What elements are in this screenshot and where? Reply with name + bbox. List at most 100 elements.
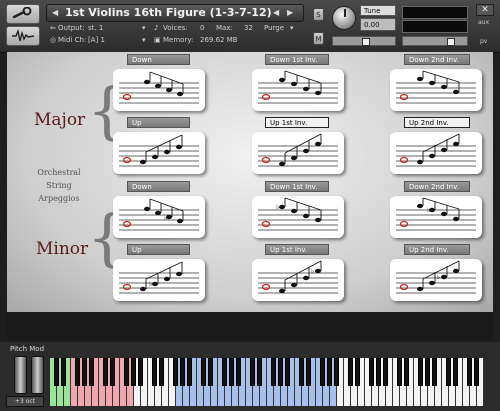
pv-label[interactable]: pv — [480, 38, 487, 45]
btn-major-up[interactable]: Up — [127, 117, 190, 128]
black-key[interactable] — [61, 358, 66, 386]
btn-minor-up[interactable]: Up — [127, 244, 190, 255]
black-key[interactable] — [103, 358, 108, 386]
black-key[interactable] — [327, 358, 332, 386]
pitch-wheel[interactable] — [14, 356, 27, 394]
black-key[interactable] — [271, 358, 276, 386]
black-key[interactable] — [82, 358, 87, 386]
pan-slider[interactable] — [332, 36, 396, 46]
treble-clef-icon — [399, 93, 409, 101]
volume-slider[interactable] — [402, 36, 468, 46]
black-key[interactable] — [383, 358, 388, 386]
btn-minor-down-1st-inv[interactable]: Down 1st Inv. — [265, 181, 329, 192]
next-instrument-arrow[interactable]: ▶ — [287, 8, 293, 17]
midi-dropdown-icon[interactable]: ▾ — [142, 36, 146, 44]
black-key[interactable] — [278, 358, 283, 386]
black-key[interactable] — [397, 358, 402, 386]
notation-card[interactable]: ♭ — [113, 259, 205, 301]
black-key[interactable] — [425, 358, 430, 386]
notation-card[interactable] — [252, 132, 344, 174]
volume-slider-thumb[interactable] — [447, 38, 455, 46]
btn-minor-up-2nd-inv[interactable]: Up 2nd Inv. — [404, 244, 470, 255]
btn-major-down-1st-inv[interactable]: Down 1st Inv. — [265, 54, 329, 65]
max-value[interactable]: 32 — [244, 24, 253, 32]
black-key[interactable] — [446, 358, 451, 386]
octave-shift[interactable]: +3 oct — [6, 396, 44, 407]
notation-card[interactable] — [390, 69, 482, 111]
midi-value[interactable]: [A] 1 — [88, 36, 105, 44]
black-key[interactable] — [201, 358, 206, 386]
pan-slider-thumb[interactable] — [362, 38, 370, 46]
black-key[interactable] — [376, 358, 381, 386]
tune-value-field[interactable]: 0.00 — [360, 18, 396, 31]
black-key[interactable] — [236, 358, 241, 386]
btn-minor-down[interactable]: Down — [127, 181, 190, 192]
notation-card[interactable] — [252, 69, 344, 111]
black-key[interactable] — [75, 358, 80, 386]
btn-major-down-2nd-inv[interactable]: Down 2nd Inv. — [404, 54, 470, 65]
notation-card[interactable] — [390, 132, 482, 174]
black-key[interactable] — [110, 358, 115, 386]
prev-instrument-arrow[interactable]: ◀ — [273, 8, 279, 17]
black-key[interactable] — [187, 358, 192, 386]
wrench-button[interactable] — [6, 4, 40, 24]
black-key[interactable] — [467, 358, 472, 386]
black-key[interactable] — [138, 358, 143, 386]
octave-label: +3 oct — [14, 398, 36, 405]
notation-card[interactable]: ♭ — [390, 259, 482, 301]
mod-wheel[interactable] — [31, 356, 44, 394]
black-key[interactable] — [131, 358, 136, 386]
purge-dropdown-icon[interactable]: ▾ — [290, 24, 294, 32]
waveform-button[interactable] — [6, 26, 40, 46]
black-key[interactable] — [474, 358, 479, 386]
black-key[interactable] — [229, 358, 234, 386]
black-key[interactable] — [54, 358, 59, 386]
btn-major-up-1st-inv[interactable]: Up 1st Inv. — [265, 117, 329, 128]
black-key[interactable] — [348, 358, 353, 386]
black-key[interactable] — [208, 358, 213, 386]
black-key[interactable] — [404, 358, 409, 386]
close-icon[interactable]: ✕ — [476, 4, 494, 16]
notation-card[interactable]: ♭ — [390, 196, 482, 238]
notation-card[interactable]: ♭ — [113, 196, 205, 238]
black-key[interactable] — [285, 358, 290, 386]
black-key[interactable] — [180, 358, 185, 386]
aux-label[interactable]: aux — [478, 19, 489, 26]
memory-icon: ▣ — [154, 36, 161, 44]
black-key[interactable] — [432, 358, 437, 386]
black-key[interactable] — [257, 358, 262, 386]
mute-button[interactable]: M — [313, 32, 324, 45]
black-key[interactable] — [89, 358, 94, 386]
black-key[interactable] — [369, 358, 374, 386]
output-value[interactable]: st. 1 — [88, 24, 103, 32]
midi-icon: ◎ — [50, 36, 57, 44]
midi-label: Midi Ch: — [58, 36, 87, 44]
black-key[interactable] — [418, 358, 423, 386]
black-key[interactable] — [152, 358, 157, 386]
black-key[interactable] — [453, 358, 458, 386]
btn-major-down[interactable]: Down — [127, 54, 190, 65]
notation-card[interactable]: ♭ — [252, 259, 344, 301]
notation-card[interactable]: ♭ — [252, 196, 344, 238]
solo-button[interactable]: S — [313, 8, 324, 21]
black-key[interactable] — [222, 358, 227, 386]
black-key[interactable] — [306, 358, 311, 386]
tune-knob-icon[interactable] — [332, 6, 356, 30]
black-key[interactable] — [159, 358, 164, 386]
black-key[interactable] — [355, 358, 360, 386]
purge-button[interactable]: Purge — [264, 24, 284, 32]
btn-minor-up-1st-inv[interactable]: Up 1st Inv. — [265, 244, 329, 255]
black-key[interactable] — [124, 358, 129, 386]
black-key[interactable] — [250, 358, 255, 386]
black-key[interactable] — [334, 358, 339, 386]
output-dropdown-icon[interactable]: ▾ — [142, 24, 146, 32]
btn-major-up-2nd-inv[interactable]: Up 2nd Inv. — [404, 117, 470, 128]
title-left-arrow[interactable]: ◀ — [52, 8, 58, 17]
black-key[interactable] — [299, 358, 304, 386]
instrument-title-bar[interactable]: ◀ 1st Violins 16th Figure (1-3-7-12) ◀ ▶ — [46, 4, 304, 22]
notation-card[interactable] — [113, 132, 205, 174]
btn-minor-down-2nd-inv[interactable]: Down 2nd Inv. — [404, 181, 470, 192]
black-key[interactable] — [320, 358, 325, 386]
notation-card[interactable] — [113, 69, 205, 111]
black-key[interactable] — [173, 358, 178, 386]
